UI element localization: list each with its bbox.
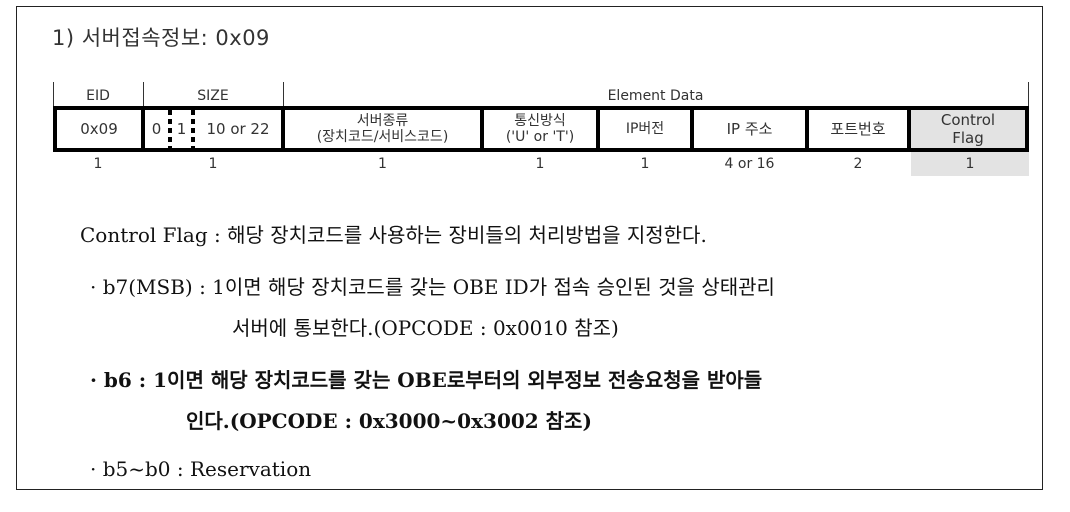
cell-comm-method-line2: ('U' or 'T') (505, 129, 575, 145)
header-eid: EID (86, 88, 110, 104)
header-size: SIZE (197, 88, 229, 104)
control-flag-intro: Control Flag : 해당 장치코드를 사용하는 장비들의 처리방법을 … (80, 223, 707, 247)
header-divider (1028, 82, 1029, 108)
cell-server-type-line1: 서버종류 (356, 113, 409, 129)
cell-server-type-line2: (장치코드/서비스코드) (316, 129, 449, 145)
header-element-data: Element Data (607, 88, 704, 104)
b6-description-line1: · b6 : 1이면 해당 장치코드를 갖는 OBE로부터의 외부정보 전송요청… (90, 368, 763, 392)
cell-size-part: 10 or 22 (206, 120, 270, 138)
cell-comm-method-line1: 통신방식 (514, 113, 566, 129)
length-ip-version: 1 (640, 156, 650, 172)
section-heading: 1) 서버접속정보: 0x09 (52, 26, 270, 50)
length-server-type: 1 (378, 156, 387, 172)
length-ip-address: 4 or 16 (724, 156, 775, 172)
cell-size-part: 1 (176, 120, 187, 138)
length-size: 1 (208, 156, 218, 172)
cell-control-flag-line2: Flag (952, 129, 984, 147)
cell-port-number: 포트번호 (830, 120, 886, 138)
length-comm-method: 1 (535, 156, 545, 172)
length-control-flag: 1 (911, 152, 1029, 176)
cell-size-part: 0 (151, 120, 162, 138)
cell-server-type: 서버종류 (장치코드/서비스코드) (285, 106, 480, 152)
length-port-number: 2 (853, 156, 863, 172)
b7-description-line1: · b7(MSB) : 1이면 해당 장치코드를 갖는 OBE ID가 접속 승… (90, 275, 775, 299)
cell-comm-method: 통신방식 ('U' or 'T') (484, 106, 596, 152)
cell-ip-address: IP 주소 (726, 120, 773, 138)
cell-control-flag: Control Flag (911, 106, 1025, 152)
cell-ip-version: IP버전 (625, 121, 665, 137)
b7-description-line2: 서버에 통보한다.(OPCODE : 0x0010 참조) (232, 316, 619, 340)
b6-description-line2: 인다.(OPCODE : 0x3000~0x3002 참조) (186, 409, 592, 433)
cell-control-flag-line1: Control (940, 111, 996, 129)
cell-eid: 0x09 (80, 120, 118, 138)
b5-b0-description: · b5~b0 : Reservation (90, 457, 312, 481)
length-eid: 1 (93, 156, 103, 172)
